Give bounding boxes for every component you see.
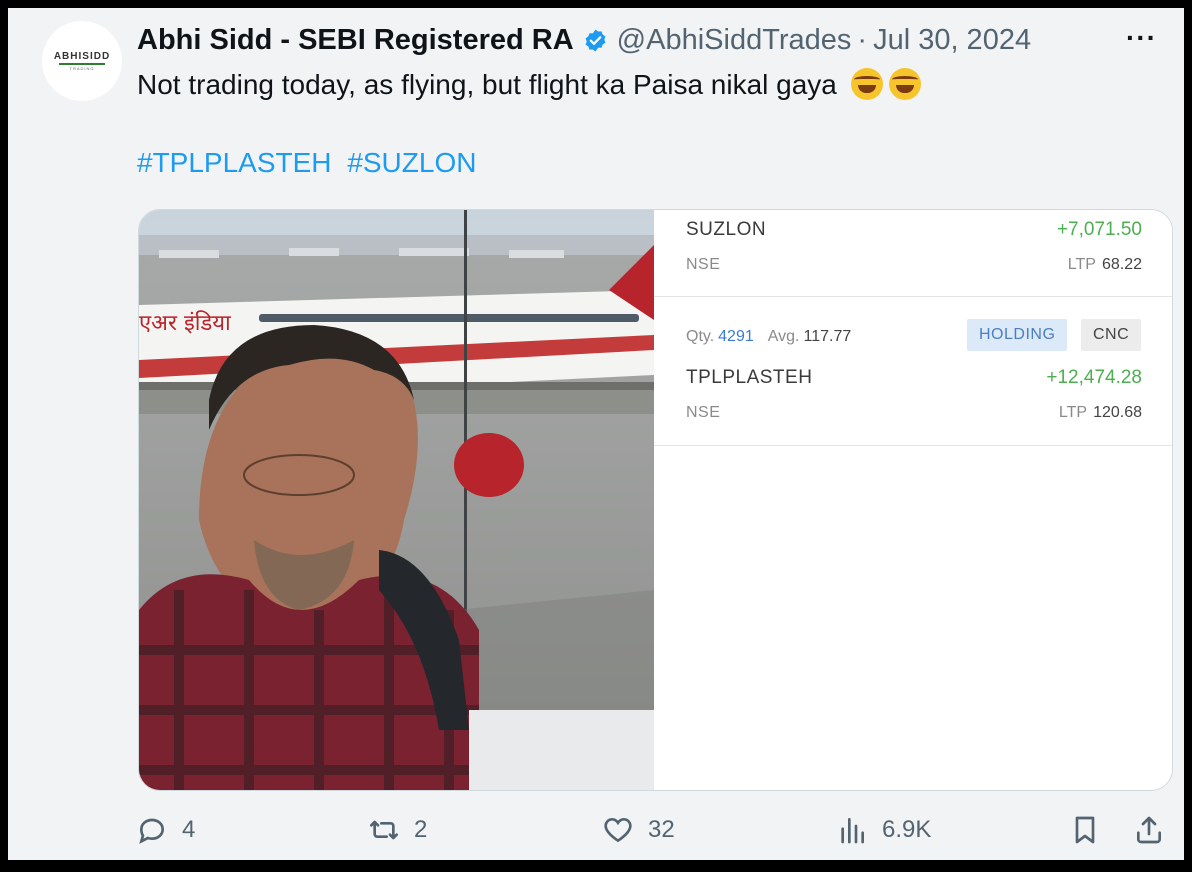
position-exchange: NSE	[686, 404, 721, 421]
avatar-brand: ABHISIDD	[53, 51, 111, 62]
verified-badge-icon	[585, 29, 606, 51]
position-symbol: TPLPLASTEH	[686, 367, 813, 388]
views-button[interactable]: 6.9K	[836, 814, 931, 846]
holdings-panel: SUZLON +7,071.50 NSE LTP 68.22 Qty. 4291 Av…	[654, 210, 1172, 790]
like-button[interactable]: 32	[602, 814, 675, 846]
tweet-actions: 4 2 32 6.9K	[8, 814, 1184, 858]
qty-value: 4291	[718, 328, 754, 345]
tweet-body: Not trading today, as flying, but flight…	[137, 69, 837, 100]
bookmark-icon	[1075, 816, 1095, 844]
avatar-underline	[59, 63, 105, 65]
position-pnl: +12,474.28	[1046, 367, 1142, 388]
holding-badge: HOLDING	[967, 319, 1068, 351]
position-ltp: LTP 68.22	[1068, 256, 1142, 274]
views-chart-icon	[841, 818, 864, 844]
tweet-card: ABHISIDD TRADING Abhi Sidd - SEBI Regist…	[8, 8, 1184, 860]
qty-label: Qty.	[686, 328, 715, 345]
bookmark-button[interactable]	[1069, 814, 1101, 846]
hashtags: #TPLPLASTEH #SUZLON	[137, 147, 484, 179]
avg-label: Avg.	[767, 328, 800, 345]
separator-dot: ·	[857, 23, 868, 56]
tweet-header: Abhi Sidd - SEBI Registered RA @AbhiSidd…	[137, 22, 1031, 58]
views-count: 6.9K	[882, 816, 932, 843]
tweet-media[interactable]: एअर इंडिया SUZLON +7,071.50 NSE LTP 68.2…	[138, 209, 1173, 791]
hashtag-link[interactable]: #TPLPLASTEH	[137, 147, 332, 178]
position-qty-avg: Qty. 4291 Avg. 117.77	[686, 328, 851, 346]
selfie-photo: एअर इंडिया	[139, 210, 654, 790]
retweet-icon	[370, 820, 398, 840]
reply-button[interactable]: 4	[136, 814, 195, 846]
share-icon	[1137, 816, 1161, 844]
hashtag-link[interactable]: #SUZLON	[347, 147, 476, 178]
position-symbol: SUZLON	[686, 219, 767, 240]
reply-icon	[139, 818, 165, 844]
cnc-badge: CNC	[1081, 319, 1142, 351]
rolling-laughing-emoji-icon	[850, 68, 883, 100]
position-row-suzlon[interactable]: SUZLON +7,071.50 NSE LTP 68.22	[654, 210, 1172, 296]
author-name[interactable]: Abhi Sidd - SEBI Registered RA	[137, 24, 574, 57]
more-options-icon[interactable]: ···	[1126, 22, 1157, 54]
like-count: 32	[648, 816, 675, 843]
retweet-button[interactable]: 2	[368, 814, 427, 846]
ltp-value: 68.22	[1101, 256, 1142, 273]
avg-value: 117.77	[803, 328, 852, 345]
ltp-label: LTP	[1058, 404, 1088, 421]
avatar-sub: TRADING	[69, 66, 95, 71]
author-handle[interactable]: @AbhiSiddTrades	[617, 24, 852, 57]
position-row-tplplasteh[interactable]: Qty. 4291 Avg. 117.77 HOLDING CNC TPLPLASTE…	[654, 297, 1172, 445]
ltp-value: 120.68	[1093, 404, 1142, 421]
position-exchange: NSE	[686, 256, 721, 273]
heart-icon	[604, 817, 632, 843]
tweet-text: Not trading today, as flying, but flight…	[137, 68, 921, 101]
position-pnl: +7,071.50	[1056, 219, 1142, 240]
position-ltp: LTP 120.68	[1059, 404, 1142, 422]
svg-text:एअर इंडिया: एअर इंडिया	[139, 310, 231, 336]
avatar[interactable]: ABHISIDD TRADING	[42, 21, 122, 101]
retweet-count: 2	[414, 816, 428, 843]
row-divider	[654, 445, 1172, 446]
ltp-label: LTP	[1067, 256, 1096, 273]
tweet-date[interactable]: Jul 30, 2024	[873, 24, 1031, 57]
reply-count: 4	[182, 816, 196, 843]
rolling-laughing-emoji-icon	[888, 68, 921, 100]
share-button[interactable]	[1133, 814, 1165, 846]
